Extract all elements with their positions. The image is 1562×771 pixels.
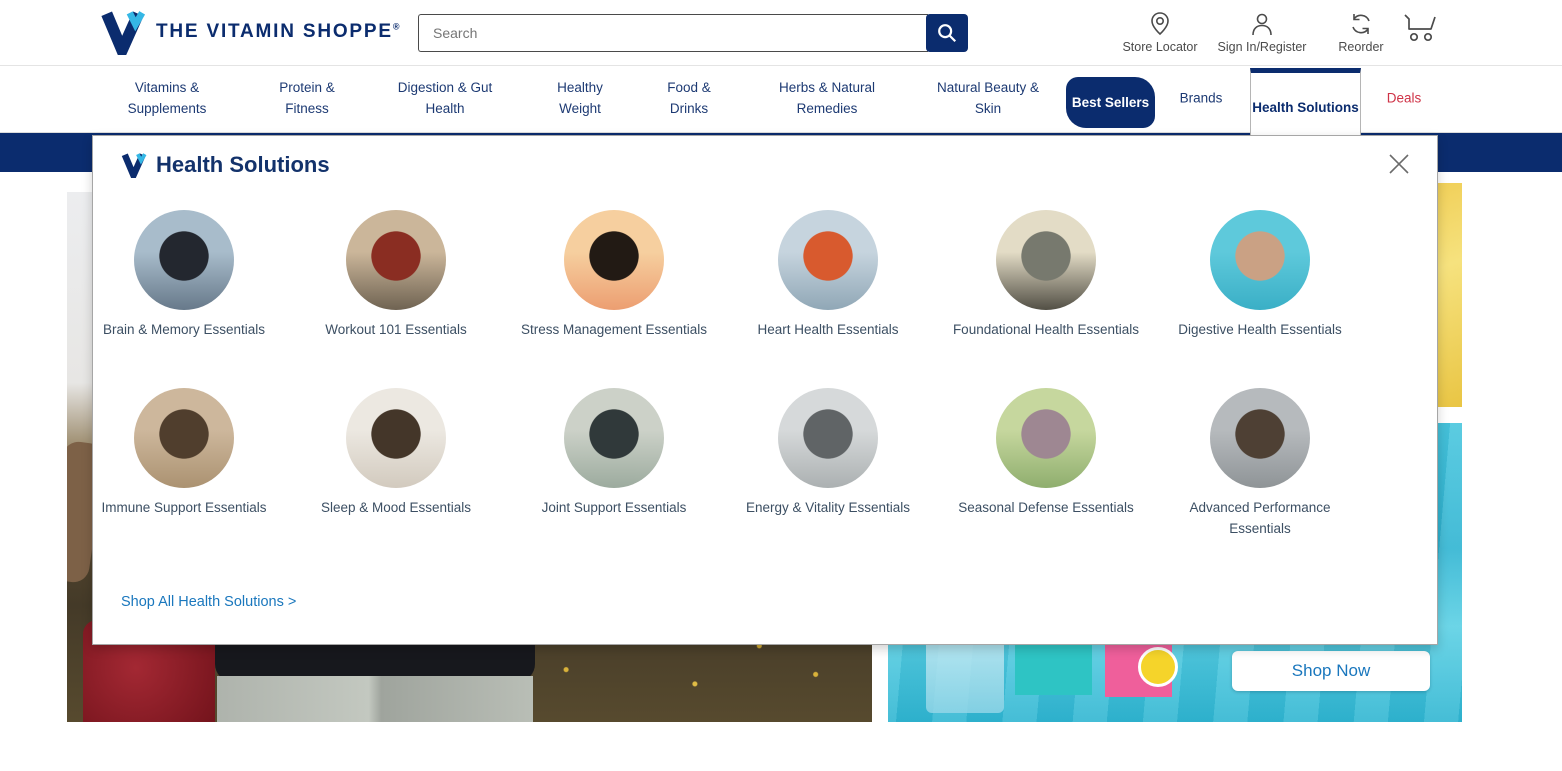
close-icon [1389,154,1409,174]
hero-person-pants [217,676,533,722]
health-solutions-mega-menu: Health Solutions Brain & Memory Essentia… [92,135,1438,645]
menu-item-brain-memory[interactable]: Brain & Memory Essentials [84,210,284,341]
menu-item-heart-health[interactable]: Heart Health Essentials [728,210,928,341]
category-photo-digestive-health [1210,210,1310,310]
sign-in-button[interactable]: Sign In/Register [1207,11,1317,54]
category-photo-foundational-health [996,210,1096,310]
search-input[interactable] [418,14,928,52]
vitamin-shoppe-v-icon [121,153,147,178]
brand-wordmark: THE VITAMIN SHOPPE® [156,21,402,42]
category-label: Immune Support Essentials [101,500,267,515]
nav-health-solutions-active-tab[interactable]: Health Solutions [1250,68,1361,144]
menu-item-joint-support[interactable]: Joint Support Essentials [514,388,714,519]
search-bar [418,14,968,52]
sign-in-label: Sign In/Register [1217,40,1307,54]
category-photo-stress-management [564,210,664,310]
nav-best-sellers[interactable]: Best Sellers [1066,77,1155,128]
store-locator-label: Store Locator [1122,40,1198,54]
close-button[interactable] [1383,149,1415,181]
category-label: Heart Health Essentials [757,322,899,337]
category-label: Energy & Vitality Essentials [745,500,911,515]
category-label: Foundational Health Essentials [952,322,1140,337]
site-header: THE VITAMIN SHOPPE® Store Locator Sign I… [0,0,1562,66]
cart-icon [1404,14,1436,42]
category-label: Seasonal Defense Essentials [958,500,1134,515]
menu-item-digestive-health[interactable]: Digestive Health Essentials [1160,210,1360,341]
category-photo-seasonal-defense [996,388,1096,488]
brand-logo[interactable]: THE VITAMIN SHOPPE® [100,9,401,55]
mega-menu-title: Health Solutions [121,152,330,178]
menu-item-advanced-performance[interactable]: Advanced Performance Essentials [1160,388,1360,540]
menu-item-seasonal-defense[interactable]: Seasonal Defense Essentials [946,388,1146,519]
nav-digestion-gut-health[interactable]: Digestion & Gut Health [383,78,508,120]
category-label: Brain & Memory Essentials [102,322,266,337]
category-label: Advanced Performance Essentials [1189,500,1331,536]
category-photo-joint-support [564,388,664,488]
nav-deals[interactable]: Deals [1387,89,1422,110]
menu-item-stress-management[interactable]: Stress Management Essentials [514,210,714,341]
category-photo-advanced-performance [1210,388,1310,488]
location-pin-icon [1151,12,1169,36]
category-photo-energy-vitality [778,388,878,488]
category-photo-brain-memory [134,210,234,310]
category-photo-immune-support [134,388,234,488]
search-button[interactable] [926,14,968,52]
store-locator-button[interactable]: Store Locator [1105,11,1215,54]
category-photo-heart-health [778,210,878,310]
category-label: Stress Management Essentials [520,322,708,337]
category-label: Workout 101 Essentials [325,322,467,337]
mega-menu-title-text: Health Solutions [156,152,330,177]
category-label: Digestive Health Essentials [1178,322,1342,337]
shop-now-button[interactable]: Shop Now [1232,651,1430,691]
nav-vitamins-supplements[interactable]: Vitamins & Supplements [110,78,225,120]
nav-herbs-natural-remedies[interactable]: Herbs & Natural Remedies [765,78,890,120]
vitamin-shoppe-v-icon [101,11,146,55]
nav-protein-fitness[interactable]: Protein & Fitness [265,78,350,120]
person-icon [1252,13,1272,36]
nav-natural-beauty-skin[interactable]: Natural Beauty & Skin [931,78,1046,120]
nav-brands[interactable]: Brands [1180,89,1223,110]
search-icon [938,24,957,43]
menu-item-foundational-health[interactable]: Foundational Health Essentials [946,210,1146,341]
trademark-symbol: ® [392,21,402,32]
category-photo-workout-101 [346,210,446,310]
main-navigation: Vitamins & Supplements Protein & Fitness… [0,66,1562,144]
menu-item-immune-support[interactable]: Immune Support Essentials [84,388,284,519]
nav-healthy-weight[interactable]: Healthy Weight [538,78,623,120]
cart-button[interactable] [1368,11,1472,48]
nav-food-drinks[interactable]: Food & Drinks [652,78,727,120]
category-label: Joint Support Essentials [541,500,687,515]
category-label: Sleep & Mood Essentials [320,500,472,515]
category-photo-sleep-mood [346,388,446,488]
menu-item-sleep-mood[interactable]: Sleep & Mood Essentials [296,388,496,519]
menu-item-energy-vitality[interactable]: Energy & Vitality Essentials [728,388,928,519]
menu-item-workout-101[interactable]: Workout 101 Essentials [296,210,496,341]
shop-all-health-solutions-link[interactable]: Shop All Health Solutions > [121,594,296,610]
